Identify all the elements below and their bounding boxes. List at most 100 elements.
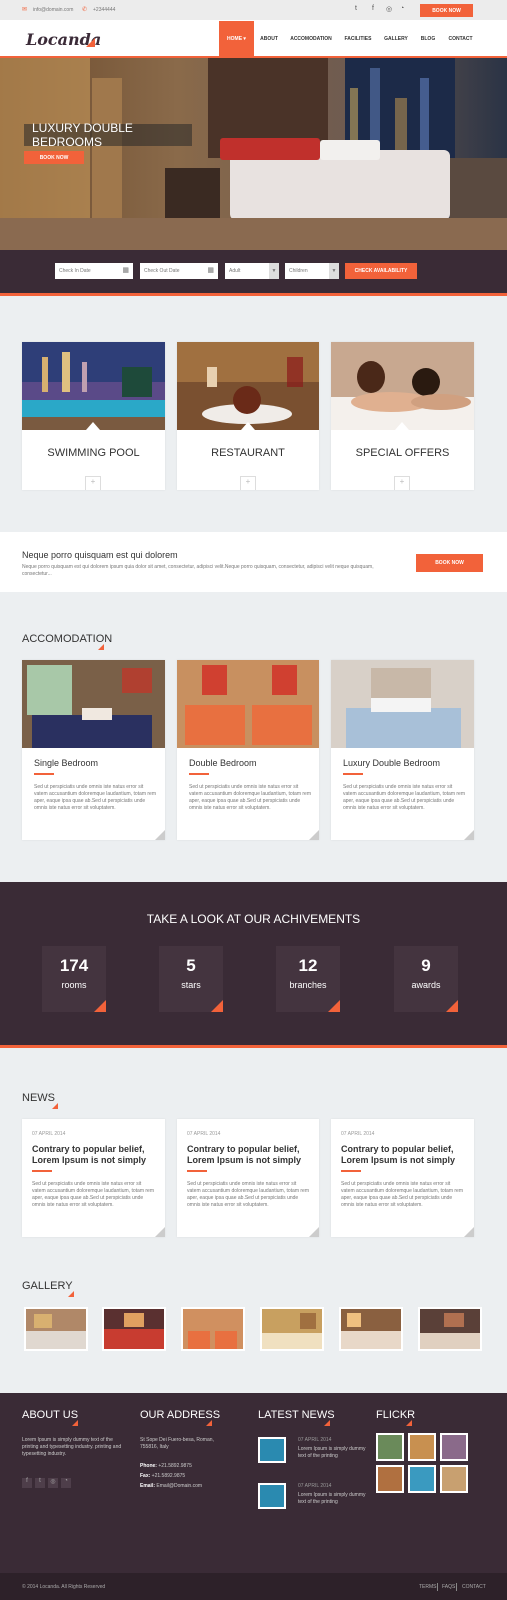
hero-book-now-button[interactable]: BOOK NOW <box>24 151 84 164</box>
flickr-thumb[interactable] <box>376 1465 404 1493</box>
mail-icon: ✉ <box>22 7 28 13</box>
flickr-thumb[interactable] <box>408 1465 436 1493</box>
instagram-icon[interactable]: ◎ <box>48 1478 58 1488</box>
stat-accent <box>211 1000 223 1012</box>
email-value[interactable]: Email@Domain.com <box>156 1483 202 1489</box>
topbar-email[interactable]: info@domain.com <box>33 7 73 13</box>
gallery-thumb[interactable] <box>418 1307 482 1351</box>
corner-fold <box>155 1227 165 1237</box>
feature-card-restaurant[interactable]: RESTAURANT + <box>177 342 319 490</box>
twitter-icon[interactable]: t <box>35 1478 45 1488</box>
instagram-icon[interactable]: ◎ <box>386 5 392 13</box>
calendar-icon[interactable]: ▦ <box>122 266 129 274</box>
news-card[interactable]: 07 APRIL 2014 Contrary to popular belief… <box>177 1119 319 1237</box>
rss-icon[interactable]: ◔ <box>61 1478 71 1488</box>
latest-date: 07 APRIL 2014 <box>298 1437 332 1443</box>
room-title[interactable]: Single Bedroom <box>34 758 98 768</box>
check-in-field[interactable]: Check In Date ▦ <box>55 263 133 279</box>
corner-fold <box>464 1227 474 1237</box>
twitter-icon[interactable]: t <box>355 5 357 12</box>
latest-text[interactable]: Lorem Ipsum is simply dummy text of the … <box>298 1492 368 1506</box>
email-line: Email: Email@Domain.com <box>140 1483 202 1490</box>
stat-awards: 9 awards <box>394 946 458 1012</box>
news-text: Sed ut perspiciatis unde omnis iste natu… <box>341 1181 464 1208</box>
hero-slider: LUXURY DOUBLE BEDROOMS BOOK NOW <box>0 58 507 250</box>
gallery-thumb[interactable] <box>260 1307 324 1351</box>
facebook-icon[interactable]: f <box>372 5 374 12</box>
feature-card-special-offers[interactable]: SPECIAL OFFERS + <box>331 342 474 490</box>
calendar-icon[interactable]: ▦ <box>207 266 214 274</box>
adult-value: Adult <box>229 268 241 274</box>
luxury-bedroom-image <box>331 660 474 748</box>
plus-icon[interactable]: + <box>85 476 101 490</box>
chevron-down-icon[interactable]: ▼ <box>269 263 279 279</box>
nav-contact[interactable]: CONTACT <box>442 21 479 57</box>
news-thumb[interactable] <box>258 1437 286 1463</box>
fax-line: Fax: +21.5892.9875 <box>140 1473 185 1480</box>
heading-accent <box>72 1420 78 1426</box>
gallery-thumb[interactable] <box>339 1307 403 1351</box>
stat-number: 9 <box>421 956 431 975</box>
cta-strip: Neque porro quisquam est qui dolorem Neq… <box>0 532 507 592</box>
footer-link-terms[interactable]: TERMS <box>419 1584 437 1590</box>
flickr-thumb[interactable] <box>440 1433 468 1461</box>
nav-about[interactable]: ABOUT <box>254 21 284 57</box>
topbar-book-now-button[interactable]: BOOK NOW <box>420 4 473 17</box>
gallery-thumb[interactable] <box>102 1307 166 1351</box>
news-title[interactable]: Contrary to popular belief, Lorem Ipsum … <box>341 1144 467 1166</box>
nav-home[interactable]: HOME ▾ <box>219 21 254 57</box>
flickr-thumb[interactable] <box>408 1433 436 1461</box>
title-underline <box>341 1170 361 1172</box>
adult-select[interactable]: Adult ▼ <box>225 263 279 279</box>
cta-title: Neque porro quisquam est qui dolorem <box>22 550 178 560</box>
stat-label: stars <box>181 980 201 990</box>
phone-label: Phone: <box>140 1463 157 1469</box>
gallery-thumb[interactable] <box>181 1307 245 1351</box>
gallery-thumb[interactable] <box>24 1307 88 1351</box>
check-availability-button[interactable]: CHECK AVAILABILITY <box>345 263 417 279</box>
pool-image <box>22 342 165 430</box>
room-title[interactable]: Double Bedroom <box>189 758 257 768</box>
cta-text: Neque porro quisquam est qui dolorem ips… <box>22 564 374 577</box>
heading-accent <box>406 1420 412 1426</box>
rss-icon[interactable]: ◔ <box>400 5 404 12</box>
room-text: Sed ut perspiciatis unde omnis iste natu… <box>343 784 466 811</box>
news-heading: NEWS <box>22 1092 55 1104</box>
flickr-thumb[interactable] <box>440 1465 468 1493</box>
title-underline <box>189 773 209 775</box>
single-bedroom-image <box>22 660 165 748</box>
room-card[interactable]: Double Bedroom Sed ut perspiciatis unde … <box>177 660 319 840</box>
nav-gallery[interactable]: GALLERY <box>378 21 414 57</box>
flickr-thumb[interactable] <box>376 1433 404 1461</box>
children-select[interactable]: Children ▼ <box>285 263 339 279</box>
room-card[interactable]: Luxury Double Bedroom Sed ut perspiciati… <box>331 660 474 840</box>
nav-blog[interactable]: BLOG <box>414 21 442 57</box>
check-out-field[interactable]: Check Out Date ▦ <box>140 263 218 279</box>
plus-icon[interactable]: + <box>394 476 410 490</box>
latest-date: 07 APRIL 2014 <box>298 1483 332 1489</box>
nav-accomodation[interactable]: ACCOMODATION <box>284 21 338 57</box>
feature-card-pool[interactable]: SWIMMING POOL + <box>22 342 165 490</box>
heading-accent <box>52 1103 58 1109</box>
cta-book-now-button[interactable]: BOOK NOW <box>416 554 483 572</box>
facebook-icon[interactable]: f <box>22 1478 32 1488</box>
corner-fold <box>309 1227 319 1237</box>
corner-fold <box>309 830 319 840</box>
latest-text[interactable]: Lorem Ipsum is simply dummy text of the … <box>298 1446 368 1460</box>
news-title[interactable]: Contrary to popular belief, Lorem Ipsum … <box>187 1144 313 1166</box>
news-date: 07 APRIL 2014 <box>341 1131 375 1137</box>
news-title[interactable]: Contrary to popular belief, Lorem Ipsum … <box>32 1144 158 1166</box>
nav-facilities[interactable]: FACILITIES <box>338 21 378 57</box>
news-card[interactable]: 07 APRIL 2014 Contrary to popular belief… <box>22 1119 165 1237</box>
topbar-phone: +2344444 <box>93 7 116 13</box>
chevron-down-icon[interactable]: ▼ <box>329 263 339 279</box>
room-card[interactable]: Single Bedroom Sed ut perspiciatis unde … <box>22 660 165 840</box>
stat-label: branches <box>289 980 327 990</box>
room-title[interactable]: Luxury Double Bedroom <box>343 758 440 768</box>
plus-icon[interactable]: + <box>240 476 256 490</box>
news-thumb[interactable] <box>258 1483 286 1509</box>
news-card[interactable]: 07 APRIL 2014 Contrary to popular belief… <box>331 1119 474 1237</box>
footer-link-contact[interactable]: CONTACT <box>462 1584 486 1590</box>
footer-link-faqs[interactable]: FAQS <box>442 1584 455 1590</box>
phone-value: +21.5892.9875 <box>158 1463 192 1469</box>
